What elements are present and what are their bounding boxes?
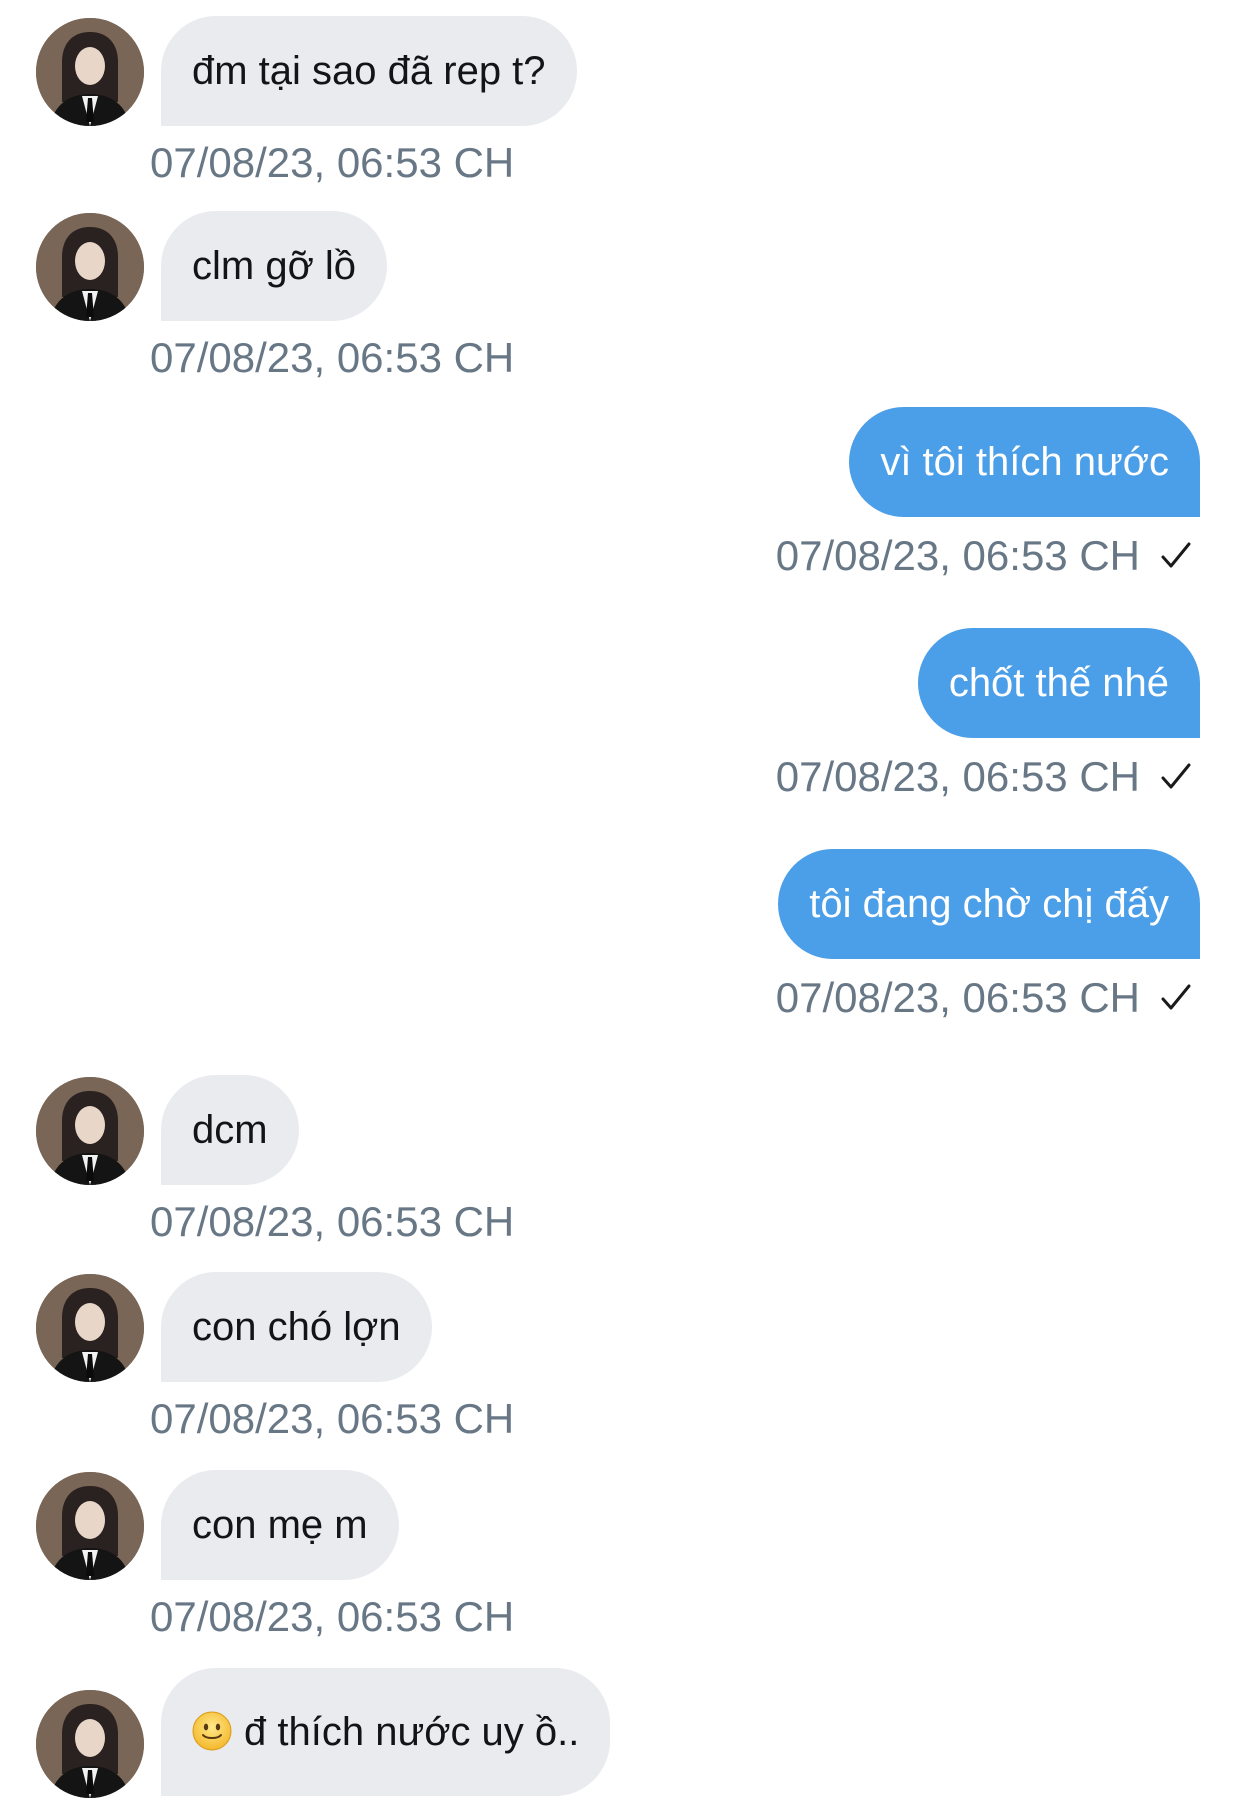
- slightly-smiling-face-icon: [192, 1711, 232, 1751]
- avatar[interactable]: [36, 1690, 144, 1798]
- message-incoming: đ thích nước uy ồ..: [0, 0, 1242, 1818]
- message-text: đ thích nước uy ồ..: [244, 1710, 580, 1754]
- message-bubble[interactable]: đ thích nước uy ồ..: [161, 1668, 611, 1796]
- avatar-photo-icon: [36, 1690, 144, 1798]
